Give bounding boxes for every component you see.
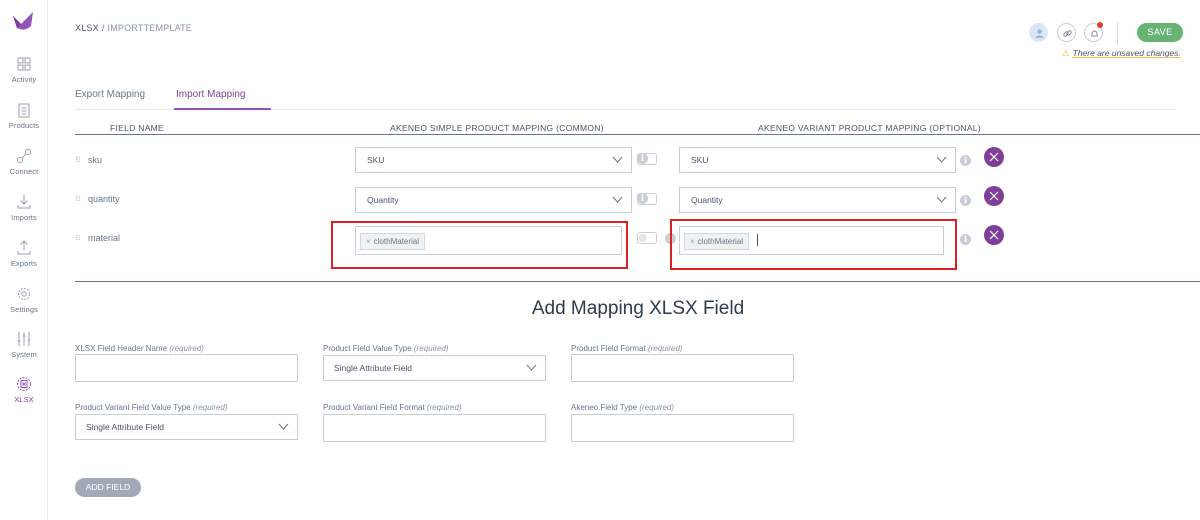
select-value: Quantity [691, 195, 723, 205]
sidebar-item-connect[interactable]: Connect [0, 148, 48, 188]
add-field-button[interactable]: ADD FIELD [75, 478, 141, 497]
select-value: SKU [691, 155, 709, 165]
variant-mapping-select-quantity[interactable]: Quantity [679, 187, 956, 213]
label-value-type: Product Field Value Type (required) [323, 344, 449, 353]
link-icon [1063, 30, 1072, 37]
section-divider [75, 281, 1200, 282]
drag-handle-icon[interactable]: ⁝⁝⁝ [75, 155, 81, 164]
chevron-down-icon [612, 156, 623, 163]
akeneo-logo-icon[interactable] [11, 10, 35, 32]
sidebar-item-exports[interactable]: Exports [0, 240, 48, 280]
sidebar-item-label: Exports [10, 259, 38, 268]
chevron-down-icon [526, 364, 537, 371]
label-header-name: XLSX Field Header Name (required) [75, 344, 204, 353]
sidebar-item-system[interactable]: System [0, 331, 48, 371]
sidebar-item-label: Connect [9, 167, 39, 176]
drag-handle-icon[interactable]: ⁝⁝⁝ [75, 233, 81, 242]
grid-icon [17, 57, 31, 71]
delete-row-button-quantity[interactable] [984, 186, 1004, 206]
unsaved-changes-notice: ⚠ There are unsaved changes. [1062, 48, 1181, 59]
column-header-variant-mapping: AKENEO VARIANT PRODUCT MAPPING (OPTIONAL… [758, 123, 981, 133]
select-value: Single Attribute Field [334, 363, 412, 373]
save-button[interactable]: SAVE [1137, 23, 1183, 42]
breadcrumb-separator: / [101, 23, 105, 33]
info-icon: i [637, 153, 648, 164]
bell-icon [1091, 30, 1098, 37]
select-value: Single Attribute Field [86, 422, 164, 432]
akeneo-field-type-input[interactable] [571, 414, 794, 442]
simple-mapping-select-sku[interactable]: SKU [355, 147, 632, 173]
sidebar-item-label: Imports [11, 213, 37, 222]
variant-field-value-type-select[interactable]: Single Attribute Field [75, 414, 298, 440]
info-icon: i [960, 155, 971, 166]
variant-mapping-select-sku[interactable]: SKU [679, 147, 956, 173]
xlsx-icon [17, 377, 31, 391]
connect-icon [17, 149, 31, 163]
sidebar-item-products[interactable]: Products [0, 102, 48, 142]
warning-icon: ⚠ [1062, 48, 1070, 58]
simple-mapping-select-quantity[interactable]: Quantity [355, 187, 632, 213]
variant-field-format-input[interactable] [323, 414, 546, 442]
delete-row-button-material[interactable] [984, 225, 1004, 245]
product-field-format-input[interactable] [571, 354, 794, 382]
field-name-sku: sku [88, 155, 103, 165]
sidebar-item-label: System [11, 350, 37, 359]
notification-badge [1097, 22, 1103, 28]
sidebar: Activity Products Connect Imports Export… [0, 0, 48, 520]
toggle-switch-material[interactable] [637, 232, 657, 244]
breadcrumb-root[interactable]: XLSX [75, 23, 99, 33]
xlsx-header-name-input[interactable] [75, 354, 298, 382]
tab-export-mapping[interactable]: Export Mapping [75, 89, 145, 110]
sidebar-item-xlsx[interactable]: XLSX [0, 376, 48, 416]
info-icon: i [960, 234, 971, 245]
label-variant-format: Product Variant Field Format (required) [323, 403, 462, 412]
product-field-value-type-select[interactable]: Single Attribute Field [323, 355, 546, 381]
select-value: SKU [367, 155, 385, 165]
chevron-down-icon [612, 196, 623, 203]
chevron-down-icon [936, 196, 947, 203]
mapping-tabs: Export Mapping Import Mapping [75, 89, 1176, 110]
info-icon: i [960, 195, 971, 206]
mapping-table-header: FIELD NAME AKENEO SIMPLE PRODUCT MAPPING… [75, 123, 1200, 135]
select-value: Quantity [367, 195, 399, 205]
chevron-down-icon [936, 156, 947, 163]
column-header-simple-mapping: AKENEO SIMPLE PRODUCT MAPPING (COMMON) [390, 123, 604, 133]
sidebar-item-label: XLSX [14, 395, 34, 404]
user-icon [1035, 29, 1044, 38]
field-name-quantity: quantity [88, 194, 120, 204]
delete-row-button-sku[interactable] [984, 147, 1004, 167]
link-button[interactable] [1057, 23, 1076, 42]
label-field-format: Product Field Format (required) [571, 344, 683, 353]
close-icon [989, 230, 999, 240]
info-icon: i [637, 193, 648, 204]
header-divider [1117, 22, 1118, 44]
sidebar-item-imports[interactable]: Imports [0, 194, 48, 234]
close-icon [989, 191, 999, 201]
tab-import-mapping[interactable]: Import Mapping [173, 89, 273, 110]
export-icon [17, 240, 31, 255]
highlight-box-simple [331, 221, 628, 269]
close-icon [989, 152, 999, 162]
sidebar-item-activity[interactable]: Activity [0, 56, 48, 96]
sidebar-item-label: Activity [11, 75, 37, 84]
label-akeneo-type: Akeneo Field Type (required) [571, 403, 675, 412]
import-icon [17, 195, 31, 209]
breadcrumb: XLSX / IMPORTTEMPLATE [75, 23, 192, 33]
label-variant-value-type: Product Variant Field Value Type (requir… [75, 403, 228, 412]
highlight-box-variant [670, 219, 957, 270]
column-header-field-name: FIELD NAME [110, 123, 165, 133]
chevron-down-icon [278, 423, 289, 430]
sidebar-item-label: Products [8, 121, 40, 130]
field-name-material: material [88, 233, 121, 243]
drag-handle-icon[interactable]: ⁝⁝⁝ [75, 194, 81, 203]
clipboard-icon [18, 103, 30, 118]
breadcrumb-current: IMPORTTEMPLATE [107, 23, 193, 33]
unsaved-text: There are unsaved changes. [1072, 48, 1181, 58]
user-menu-button[interactable] [1029, 23, 1048, 42]
form-title: Add Mapping XLSX Field [531, 298, 745, 319]
sliders-icon [17, 332, 31, 346]
